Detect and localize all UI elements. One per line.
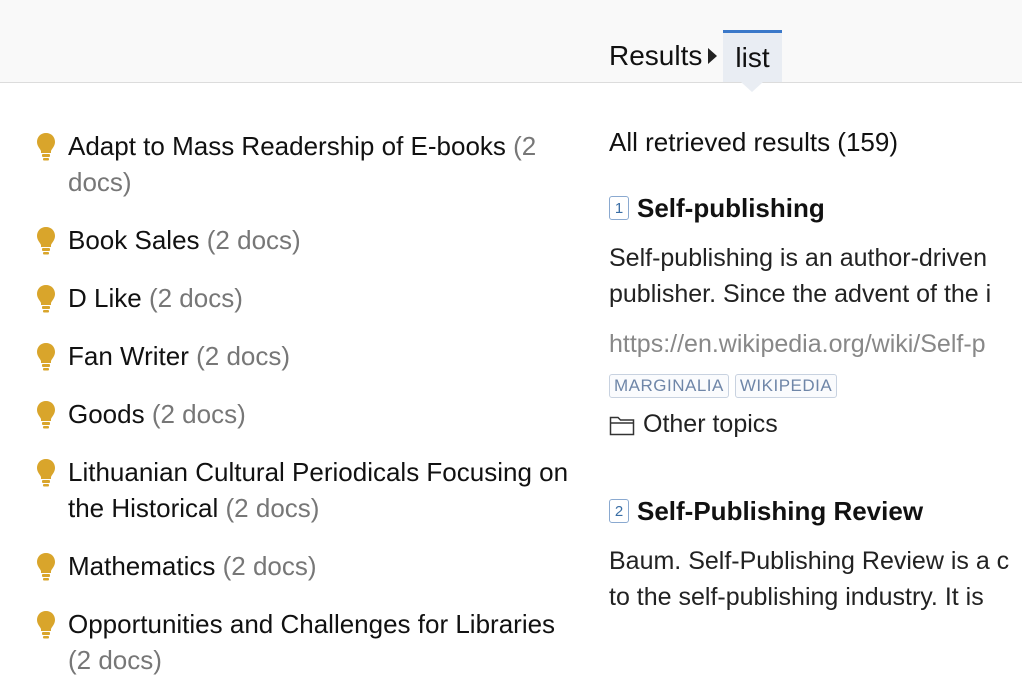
result-snippet-line: Baum. Self-Publishing Review is a c [609,547,1010,575]
result-item: 2 Self-Publishing Review Baum. Self-Publis… [609,493,1022,615]
topic-item[interactable]: D Like (2 docs) [36,280,576,316]
lightbulb-icon [36,400,56,430]
lightbulb-icon [36,552,56,582]
result-rank-badge: 1 [609,196,629,220]
topic-label: Opportunities and Challenges for Librari… [68,609,556,639]
topic-doc-count: (2 docs) [222,551,317,581]
result-snippet-line: Self-publishing is an author-driven [609,244,987,272]
topic-label: Book Sales [68,225,200,255]
breadcrumb: Results list [609,30,782,92]
breadcrumb-results[interactable]: Results [609,40,702,72]
result-snippet: Baum. Self-Publishing Review is a c to th… [609,543,1022,615]
topic-doc-count: (2 docs) [225,493,320,523]
topic-item[interactable]: Goods (2 docs) [36,396,576,432]
lightbulb-icon [36,342,56,372]
topic-item[interactable]: Lithuanian Cultural Periodicals Focusing… [36,454,576,526]
other-topics-link[interactable]: Other topics [609,410,1022,439]
topic-text: Fan Writer (2 docs) [68,338,290,374]
topic-doc-count: (2 docs) [206,225,301,255]
result-url-link[interactable]: https://en.wikipedia.org/wiki/Self-p [609,326,1022,362]
topic-text: Goods (2 docs) [68,396,246,432]
topic-doc-count: (2 docs) [151,399,246,429]
topic-item[interactable]: Mathematics (2 docs) [36,548,576,584]
topic-text: Lithuanian Cultural Periodicals Focusing… [68,454,576,526]
top-bar: Results list [0,0,1022,92]
topic-label: Fan Writer [68,341,189,371]
result-list: 1 Self-publishing Self-publishing is an au… [609,190,1022,615]
topic-text: D Like (2 docs) [68,280,243,316]
topic-item[interactable]: Book Sales (2 docs) [36,222,576,258]
result-title-row: 2 Self-Publishing Review [609,493,1022,529]
lightbulb-icon [36,610,56,640]
source-tag[interactable]: MARGINALIA [609,374,729,398]
caret-right-icon [708,48,718,64]
topic-text: Opportunities and Challenges for Librari… [68,606,576,678]
topic-label: Adapt to Mass Readership of E-books [68,131,506,161]
result-title-link[interactable]: Self-Publishing Review [637,496,923,527]
other-topics-label: Other topics [643,410,778,438]
topic-text: Adapt to Mass Readership of E-books (2 d… [68,128,576,200]
breadcrumb-list-tab[interactable]: list [723,30,782,92]
results-panel: All retrieved results (159) 1 Self-publis… [609,124,1022,669]
topic-label: D Like [68,283,142,313]
topic-doc-count: (2 docs) [148,283,243,313]
topic-item[interactable]: Adapt to Mass Readership of E-books (2 d… [36,128,576,200]
source-tag[interactable]: WIKIPEDIA [734,374,838,398]
result-snippet-line: publisher. Since the advent of the i [609,280,992,308]
topic-text: Mathematics (2 docs) [68,548,317,584]
topic-doc-count: (2 docs) [68,645,162,675]
result-snippet-line: to the self-publishing industry. It is [609,583,984,611]
folder-icon [609,414,635,436]
lightbulb-icon [36,132,56,162]
result-tags: MARGINALIA WIKIPEDIA [609,374,1022,398]
topic-item[interactable]: Fan Writer (2 docs) [36,338,576,374]
result-title-row: 1 Self-publishing [609,190,1022,226]
lightbulb-icon [36,458,56,488]
result-rank-badge: 2 [609,499,629,523]
lightbulb-icon [36,226,56,256]
result-snippet: Self-publishing is an author-driven publi… [609,240,1022,312]
result-item: 1 Self-publishing Self-publishing is an au… [609,190,1022,439]
topic-list: Adapt to Mass Readership of E-books (2 d… [36,128,576,700]
topic-doc-count: (2 docs) [196,341,291,371]
result-title-link[interactable]: Self-publishing [637,193,825,224]
topic-label: Mathematics [68,551,216,581]
results-heading: All retrieved results (159) [609,127,898,157]
topic-item[interactable]: Opportunities and Challenges for Librari… [36,606,576,678]
topic-text: Book Sales (2 docs) [68,222,301,258]
topic-label: Goods [68,399,145,429]
lightbulb-icon [36,284,56,314]
